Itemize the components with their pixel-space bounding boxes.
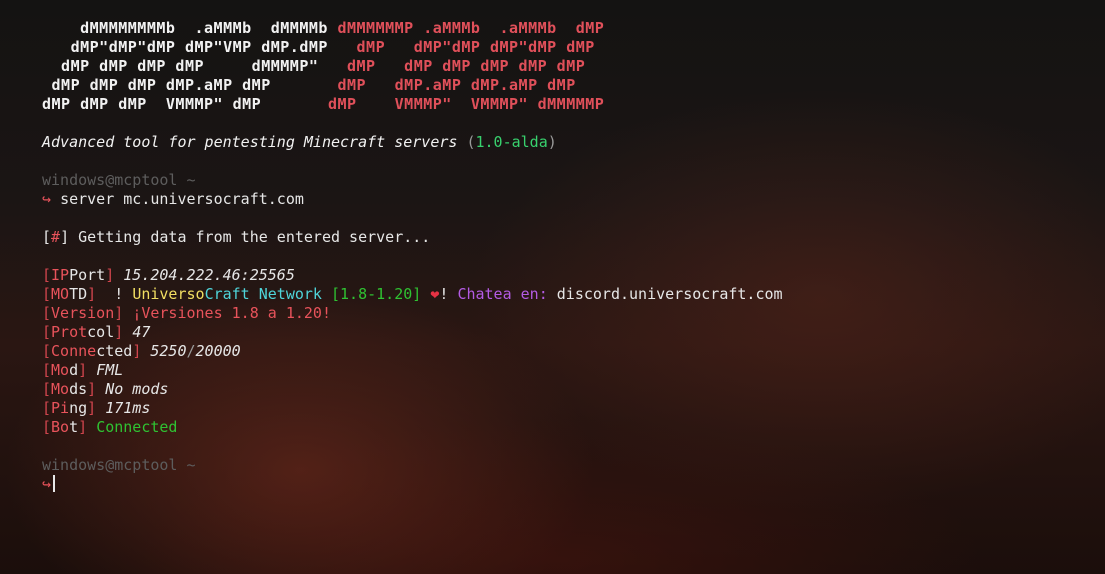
motd-part: Craft <box>204 285 250 303</box>
connected-online: 5250 <box>150 342 187 360</box>
mod-value: FML <box>96 361 124 379</box>
motd-part: discord.universocraft.com <box>556 285 783 303</box>
result-bot: [Bot] Connected <box>42 418 178 436</box>
mods-value: No mods <box>105 380 169 398</box>
result-mods: [Mods] No mods <box>42 380 169 398</box>
label-part: col <box>87 323 115 341</box>
label-part: Port <box>69 266 106 284</box>
banner-white: dMP dMP dMP dMP dMMMMP" <box>42 57 347 75</box>
label-part: t <box>69 418 79 436</box>
motd-part: Chatea en: <box>457 285 557 303</box>
motd-part: [1.8-1.20] <box>331 285 422 303</box>
heart-icon: ❤ <box>421 285 440 303</box>
banner-row-5: dMP dMP dMP VMMMP" dMP dMP VMMMP" VMMMP"… <box>42 95 604 114</box>
tagline: Advanced tool for pentesting Minecraft s… <box>42 133 557 152</box>
result-ping: [Ping] 171ms <box>42 399 151 417</box>
label-part: IP <box>51 266 70 284</box>
banner-white: dMMMMMMMMb .aMMMb dMMMMb <box>42 19 338 37</box>
ping-value: 171ms <box>105 399 151 417</box>
banner-row-3: dMP dMP dMP dMP dMMMMP" dMP dMP dMP dMP … <box>42 57 585 76</box>
label-part: Mo <box>51 361 70 379</box>
label-part: ng <box>69 399 88 417</box>
tagline-text: Advanced tool for pentesting Minecraft s… <box>42 133 458 151</box>
prompt-user-host: windows@mcptool ~ <box>42 456 196 474</box>
command-text: server mc.universocraft.com <box>60 190 304 208</box>
tagline-version: 1.0-alda <box>475 133 548 151</box>
motd-part: Universo <box>132 285 205 303</box>
banner-white: dMP"dMP"dMP dMP"VMP dMP.dMP <box>42 38 357 56</box>
prompt-command-line: ↪ server mc.universocraft.com <box>42 190 304 209</box>
result-motd: [MOTD] ! UniversoCraft Network [1.8-1.20… <box>42 285 783 303</box>
bot-value: Connected <box>96 418 178 436</box>
protocol-value: 47 <box>132 323 151 341</box>
motd-part: Network <box>249 285 331 303</box>
banner-red: dMP dMP dMP dMP dMP dMP <box>346 57 586 75</box>
banner-row-1: dMMMMMMMMb .aMMMb dMMMMb dMMMMMMP .aMMMb… <box>42 19 604 38</box>
text-cursor[interactable] <box>53 475 56 492</box>
version-value: ¡Versiones 1.8 a 1.20! <box>132 304 331 322</box>
prompt-arrow-icon: ↪ <box>42 475 52 493</box>
ipport-value: 15.204.222.46:25565 <box>123 266 295 284</box>
label-part: Bo <box>51 418 70 436</box>
label-part: d <box>69 361 79 379</box>
result-ipport: [IPPort] 15.204.222.46:25565 <box>42 266 295 284</box>
banner-red: dMMMMMMP .aMMMb .aMMMb dMP <box>337 19 605 37</box>
banner-white: dMP dMP dMP dMP.aMP dMP <box>42 76 338 94</box>
prompt-input-line[interactable]: ↪ <box>42 475 56 494</box>
label-part: ds <box>69 380 88 398</box>
label-part: cted <box>96 342 133 360</box>
label-part: Pi <box>51 399 70 417</box>
terminal-window[interactable]: dMMMMMMMMb .aMMMb dMMMMb dMMMMMMP .aMMMb… <box>0 0 1105 574</box>
status-symbol: # <box>51 228 61 246</box>
label-part: Version <box>51 304 115 322</box>
motd-part: ! <box>96 285 133 303</box>
prompt-user-host: windows@mcptool ~ <box>42 171 196 189</box>
result-version: [Version] ¡Versiones 1.8 a 1.20! <box>42 304 331 322</box>
connected-max: 20000 <box>195 342 241 360</box>
banner-row-4: dMP dMP dMP dMP.aMP dMP dMP dMP.aMP dMP.… <box>42 76 576 95</box>
status-bracket-open: [ <box>42 228 52 246</box>
status-line: [#] Getting data from the entered server… <box>42 228 430 247</box>
label-part: Conne <box>51 342 97 360</box>
status-text: Getting data from the entered server... <box>78 228 431 246</box>
status-bracket-close: ] <box>60 228 70 246</box>
banner-red: dMP dMP"dMP dMP"dMP dMP <box>356 38 595 56</box>
result-connected: [Connected] 5250/20000 <box>42 342 241 360</box>
connected-separator: / <box>186 342 196 360</box>
label-part: TD <box>69 285 88 303</box>
prompt-arrow-icon: ↪ <box>42 190 52 208</box>
label-part: MO <box>51 285 70 303</box>
result-mod: [Mod] FML <box>42 361 124 379</box>
motd-part: ! <box>439 285 458 303</box>
banner-row-2: dMP"dMP"dMP dMP"VMP dMP.dMP dMP dMP"dMP … <box>42 38 595 57</box>
tagline-paren-close: ) <box>547 133 557 151</box>
banner-red: dMP VMMMP" VMMMP" dMMMMMP <box>327 95 605 113</box>
result-protocol: [Protcol] 47 <box>42 323 151 341</box>
banner-white: dMP dMP dMP VMMMP" dMP <box>42 95 328 113</box>
label-part: Prot <box>51 323 88 341</box>
banner-red: dMP dMP.aMP dMP.aMP dMP <box>337 76 576 94</box>
label-part: Mo <box>51 380 70 398</box>
